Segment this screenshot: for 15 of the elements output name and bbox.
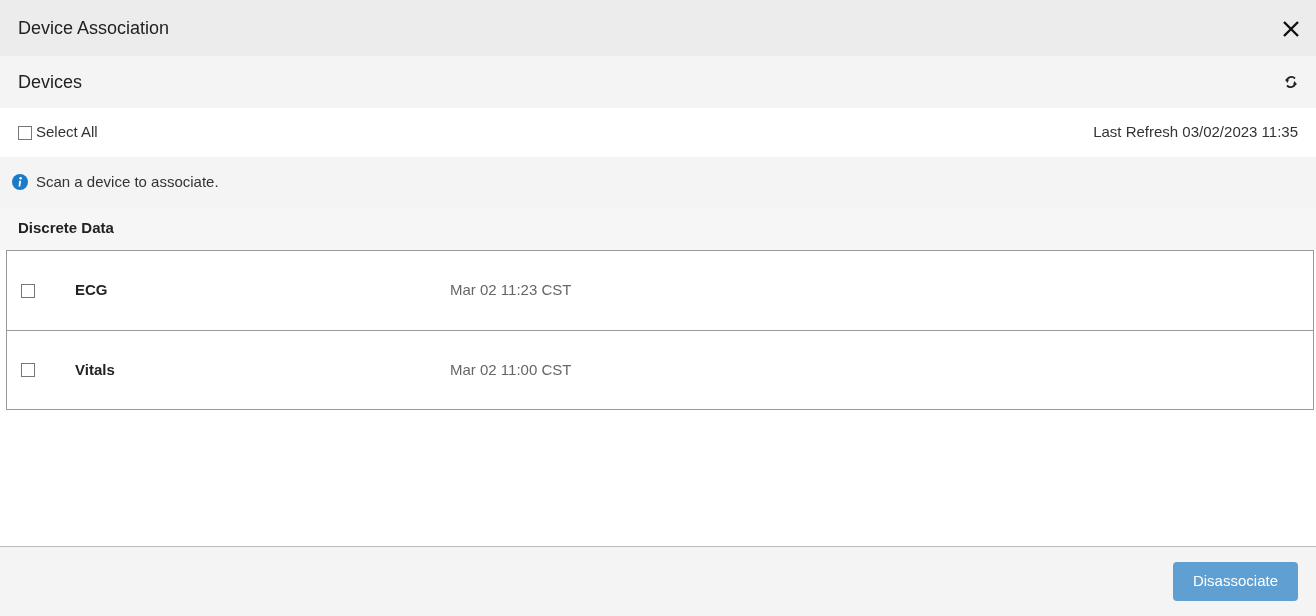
info-icon <box>12 174 28 190</box>
device-name: Vitals <box>75 359 116 380</box>
group-title: Discrete Data <box>18 218 114 239</box>
device-name: ECG <box>75 280 109 301</box>
row-checkbox[interactable] <box>21 363 35 377</box>
last-refresh-text: Last Refresh 03/02/2023 11:35 <box>1093 122 1298 143</box>
refresh-icon[interactable] <box>1284 75 1298 89</box>
section-title: Devices <box>18 70 83 94</box>
device-time: Mar 02 11:00 CST <box>450 359 572 380</box>
row-checkbox[interactable] <box>21 283 35 298</box>
info-message: Scan a device to associate. <box>36 171 219 192</box>
window-title: Device Association <box>18 16 170 40</box>
select-all-checkbox[interactable] <box>18 125 32 140</box>
device-time: Mar 02 11:23 CST <box>450 280 572 301</box>
select-all-label: Select All <box>36 122 98 143</box>
